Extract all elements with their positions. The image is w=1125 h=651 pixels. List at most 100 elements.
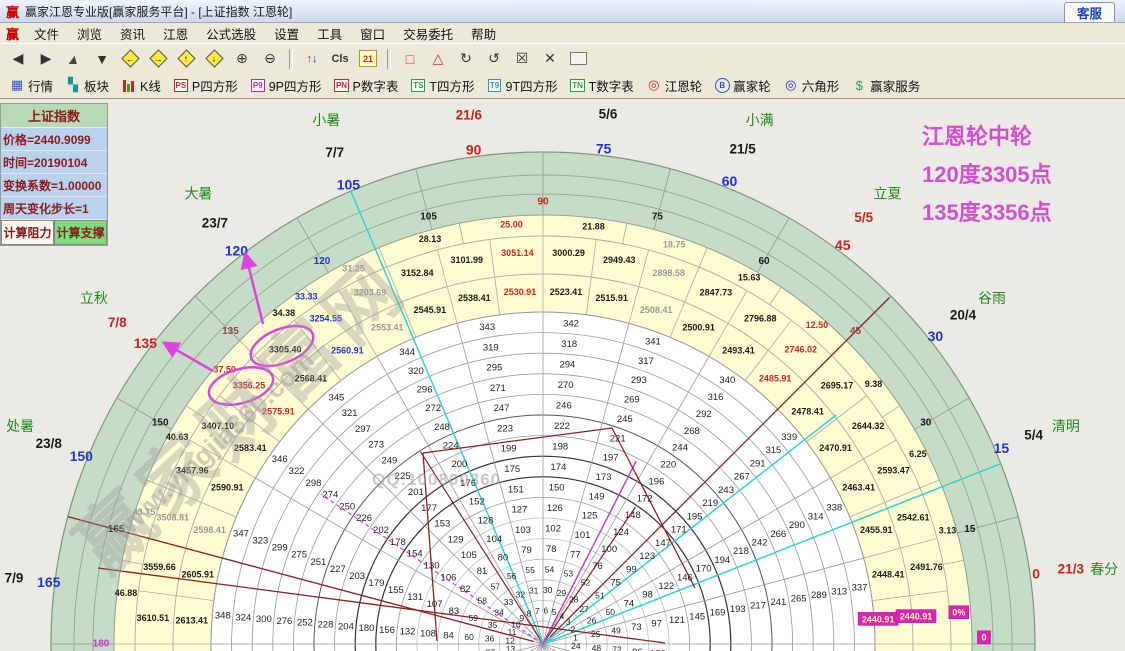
svg-text:276: 276 [276,616,292,627]
square-tool-icon[interactable]: □ [397,46,423,71]
svg-text:176: 176 [460,478,476,489]
svg-text:204: 204 [338,621,354,632]
svg-text:145: 145 [689,611,705,622]
cls-button[interactable]: Cls [327,46,353,71]
svg-text:2545.91: 2545.91 [414,305,447,315]
forward-icon[interactable]: ▶ [33,46,59,71]
menu-item-0[interactable]: 文件 [25,24,68,43]
menu-item-4[interactable]: 公式选股 [197,24,265,43]
svg-text:180: 180 [93,639,110,650]
svg-text:178: 178 [390,537,406,548]
menu-item-3[interactable]: 江恩 [154,24,197,43]
view-button-t-square[interactable]: TST四方形 [407,75,477,96]
svg-text:148: 148 [625,510,641,521]
gann-wheel-icon: ◎ [646,77,662,93]
view-button-p-table[interactable]: PNP数字表 [331,75,402,96]
svg-text:341: 341 [645,336,661,347]
svg-text:57: 57 [491,581,501,591]
svg-text:3203.69: 3203.69 [354,288,387,298]
svg-text:36: 36 [485,634,495,644]
svg-text:129: 129 [448,534,464,545]
svg-text:174: 174 [551,462,567,473]
updown-icon[interactable]: ↑↓ [299,46,325,71]
view-button-sectors[interactable]: ▚板块 [62,75,112,96]
svg-text:18.75: 18.75 [663,239,686,249]
svg-text:33: 33 [504,597,514,607]
zoom-out-icon[interactable]: ⊖ [257,46,283,71]
svg-text:126: 126 [547,503,563,514]
svg-text:321: 321 [342,408,358,419]
svg-text:2847.73: 2847.73 [700,288,733,298]
board-icon[interactable] [565,46,591,71]
svg-text:15: 15 [994,440,1010,456]
svg-text:241: 241 [770,597,786,608]
svg-text:6.25: 6.25 [909,449,927,459]
svg-text:21/3: 21/3 [1058,561,1085,576]
collapse-icon[interactable]: ✕ [537,46,563,71]
svg-text:3000.29: 3000.29 [552,248,585,258]
hexagon-icon: ◎ [783,77,799,93]
view-button-hexagon[interactable]: ◎六角形 [780,75,843,96]
pan-left-icon[interactable]: ← [117,46,143,71]
menu-item-6[interactable]: 工具 [308,24,351,43]
menu-item-7[interactable]: 窗口 [351,24,394,43]
menu-item-9[interactable]: 帮助 [462,24,505,43]
svg-text:154: 154 [407,549,423,560]
svg-text:立秋: 立秋 [80,290,108,306]
menu-item-1[interactable]: 浏览 [68,24,111,43]
menu-item-8[interactable]: 交易委托 [394,24,462,43]
svg-text:299: 299 [272,543,288,554]
svg-text:156: 156 [379,625,395,636]
svg-text:120: 120 [314,256,331,267]
back-icon[interactable]: ◀ [5,46,31,71]
rotate-cw-icon[interactable]: ↻ [453,46,479,71]
menu-bar: 赢 文件浏览资讯江恩公式选股设置工具窗口交易委托帮助 [0,23,1125,44]
view-button-9p-square[interactable]: P99P四方形 [247,75,325,96]
svg-text:3152.84: 3152.84 [401,268,434,278]
pan-right-icon[interactable]: → [145,46,171,71]
calc-resistance-button[interactable]: 计算阻力 [1,220,54,245]
app-logo-icon: 赢 [0,2,25,21]
hexagon-label: 六角形 [802,76,840,95]
svg-text:198: 198 [552,441,568,452]
calendar-icon[interactable]: 21 [355,46,381,71]
svg-text:51: 51 [595,591,605,601]
svg-text:248: 248 [434,422,450,433]
svg-text:104: 104 [486,534,502,545]
view-button-winner-service[interactable]: $赢家服务 [848,75,923,96]
winner-wheel-label: 赢家轮 [733,76,771,95]
box-x-icon[interactable]: ☒ [509,46,535,71]
svg-text:289: 289 [811,590,827,601]
svg-text:152: 152 [469,497,485,508]
svg-text:97: 97 [651,618,662,629]
customer-service-tab[interactable]: 客服 [1064,2,1115,22]
view-button-winner-wheel[interactable]: B赢家轮 [711,75,774,96]
svg-text:2542.61: 2542.61 [897,513,930,523]
svg-text:150: 150 [549,483,565,494]
rotate-ccw-icon[interactable]: ↺ [481,46,507,71]
zoom-in-icon[interactable]: ⊕ [229,46,255,71]
view-button-9t-square[interactable]: T99T四方形 [484,75,561,96]
svg-text:2523.41: 2523.41 [550,287,583,297]
pan-down-icon[interactable]: ↓ [201,46,227,71]
toolbar-main: ◀▶▲▼←→↑↓⊕⊖↑↓Cls21□△↻↺☒✕ [0,43,1125,74]
view-button-t-table[interactable]: TNT数字表 [567,75,637,96]
svg-text:105: 105 [337,176,361,192]
menu-item-5[interactable]: 设置 [265,24,308,43]
view-button-p-square[interactable]: PSP四方形 [170,75,241,96]
svg-text:40.63: 40.63 [166,432,189,442]
svg-text:227: 227 [330,564,346,575]
menu-item-2[interactable]: 资讯 [111,24,154,43]
view-button-gann-wheel[interactable]: ◎江恩轮 [643,75,706,96]
flag-up-icon[interactable]: ▲ [58,46,89,71]
svg-text:317: 317 [638,356,654,367]
triangle-tool-icon[interactable]: △ [425,46,451,71]
view-button-quotes[interactable]: ▦行情 [6,75,56,96]
view-button-kline[interactable]: K线 [118,75,164,96]
calc-support-button[interactable]: 计算支撑 [54,220,107,245]
svg-text:124: 124 [613,527,629,538]
flag-down-icon[interactable]: ▼ [89,46,115,71]
svg-text:2746.02: 2746.02 [785,344,818,354]
svg-text:125: 125 [582,511,598,522]
pan-up-icon[interactable]: ↑ [173,46,199,71]
